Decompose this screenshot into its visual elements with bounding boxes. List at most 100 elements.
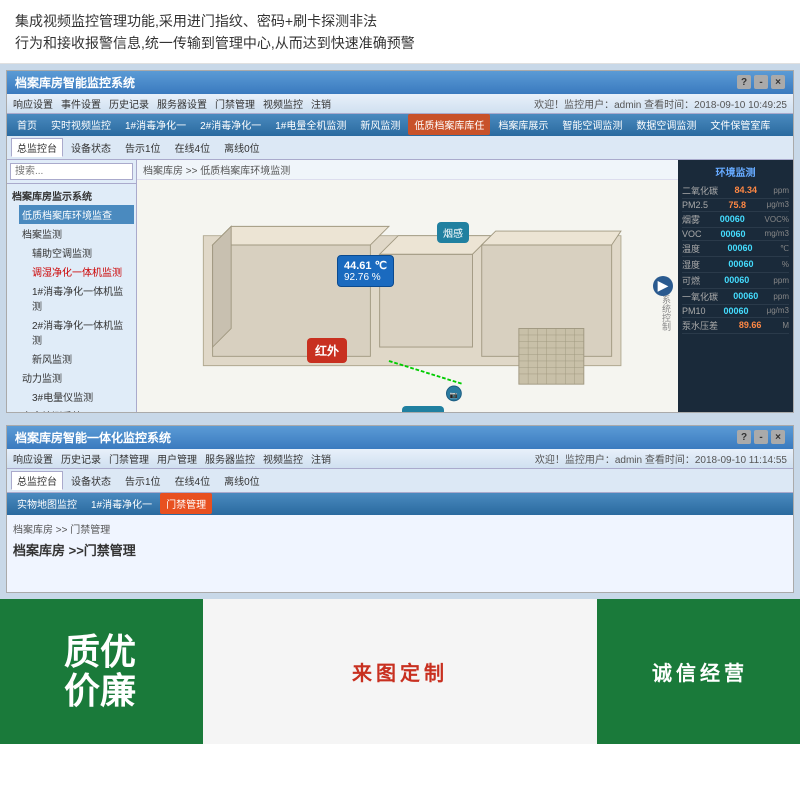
bottom-center-text: 来图定制 [352,657,448,686]
tree-item-ac-assist[interactable]: 辅助空调监测 [29,243,134,262]
env-temp: 温度 00060 ℃ [682,241,789,257]
title-bar-2: 档案库房智能一体化监控系统 ? - × [7,426,793,449]
nav2-door[interactable]: 门禁管理 [160,493,212,514]
sub-nav-alarm1[interactable]: 告示1位 [119,138,167,157]
tree-item-wind[interactable]: 新风监测 [29,349,134,368]
bottom-section: 质优价廉 来图定制 诚信经营 [0,599,800,744]
nav-wind[interactable]: 新风监测 [354,114,406,135]
tree-item-root[interactable]: 档案库房监示系统 [9,186,134,205]
nav-lowquality[interactable]: 低质档案库库任 [408,114,490,135]
sub-nav-device[interactable]: 设备状态 [65,138,117,157]
tree-item-purify1[interactable]: 1#消毒净化一体机监测 [29,281,134,315]
toolbar-link-4[interactable]: 服务器设置 [157,96,207,111]
toolbar-link-6[interactable]: 视频监控 [263,96,303,111]
nav-purify1[interactable]: 1#消毒净化一 [119,114,192,135]
bottom-right-text: 诚信经营 [652,657,748,686]
nav-power[interactable]: 1#电量全机监测 [269,114,352,135]
sub-nav-online[interactable]: 在线4位 [169,138,217,157]
door-mgmt-title: 档案库房 >>门禁管理 [13,540,787,559]
toolbar-right: 欢迎！监控用户：admin 查看时间：2018-09-10 10:49:25 [534,96,787,111]
toolbar-link-1[interactable]: 响应设置 [13,96,53,111]
env-co2: 二氧化碳 84.34 ppm [682,183,789,199]
nav2-map[interactable]: 实物地图监控 [11,493,83,514]
env-humidity: 湿度 00060 % [682,257,789,273]
app-window-2: 档案库房智能一体化监控系统 ? - × 响应设置 历史记录 门禁管理 用户管理 … [6,425,794,593]
sidebar-tree: 档案库房监示系统 低质档案库环境监查 档案监测 辅助空调监测 调湿净化一体机监测… [7,184,136,412]
toolbar2-link-3[interactable]: 门禁管理 [109,451,149,466]
top-line1: 集成视频监控管理功能,采用进门指纹、密码+刷卡探测非法 [15,10,785,32]
title-bar-controls: ? - × [737,75,785,89]
search-input[interactable] [10,163,133,180]
toolbar-links-2: 响应设置 历史记录 门禁管理 用户管理 服务器监控 视频监控 注销 [13,451,331,466]
breadcrumb-1: 档案库房 >> 低质档案库环境监测 [137,160,678,180]
sub-nav-all[interactable]: 总监控台 [11,138,63,157]
title-bar-controls-2: ? - × [737,430,785,444]
toolbar2-link-7[interactable]: 注销 [311,451,331,466]
nav-menu-1: 首页 实时视频监控 1#消毒净化一 2#消毒净化一 1#电量全机监测 新风监测 … [7,114,793,136]
nav-ac[interactable]: 智能空调监测 [556,114,628,135]
tree-item-security[interactable]: 安全检测系统 [19,406,134,412]
nav-purify2[interactable]: 2#消毒净化一 [194,114,267,135]
env-pm10: PM10 00060 μg/m3 [682,305,789,318]
tree-item-purify2[interactable]: 2#消毒净化一体机监测 [29,315,134,349]
sub2-device[interactable]: 设备状态 [65,471,117,490]
sidebar-1: 档案库房监示系统 低质档案库环境监查 档案监测 辅助空调监测 调湿净化一体机监测… [7,160,137,412]
app-title-2: 档案库房智能一体化监控系统 [15,429,171,446]
bottom-center: 来图定制 [200,599,600,744]
sidebar-search [7,160,136,184]
top-line2: 行为和接收报警信息,统一传输到管理中心,从而达到快速准确预警 [15,32,785,54]
toolbar-link-3[interactable]: 历史记录 [109,96,149,111]
screenshot-block-1: 档案库房智能监控系统 ? - × 响应设置 事件设置 历史记录 服务器设置 门禁… [0,64,800,419]
sub2-all[interactable]: 总监控台 [11,471,63,490]
screen2-main: 档案库房 >> 门禁管理 档案库房 >>门禁管理 [7,515,793,592]
env-panel: 环境监测 二氧化碳 84.34 ppm PM2.5 75.8 μg/m3 烟雾 … [678,160,793,412]
sub2-alarm[interactable]: 告示1位 [119,471,167,490]
env-smoke: 烟雾 00060 VOC% [682,212,789,228]
sub-nav-2: 总监控台 设备状态 告示1位 在线4位 离线0位 [7,469,793,493]
tree-item-archive[interactable]: 档案监测 [19,224,134,243]
floor-plan-area: 📷 44.61 ℃ 92.76 % 烟感 [137,180,678,412]
nav-file[interactable]: 文件保管室库 [704,114,776,135]
toolbar-link-5[interactable]: 门禁管理 [215,96,255,111]
env-voc: VOC 00060 mg/m3 [682,228,789,241]
toolbar-link-7[interactable]: 注销 [311,96,331,111]
smoke-sensor-tag: 烟感 [437,222,469,243]
arrow-right-btn[interactable]: ▶ [653,276,673,296]
sub2-online[interactable]: 在线4位 [169,471,217,490]
bottom-left: 质优价廉 [0,599,200,744]
top-toolbar-2: 响应设置 历史记录 门禁管理 用户管理 服务器监控 视频监控 注销 欢迎！监控用… [7,449,793,469]
nav-home[interactable]: 首页 [11,114,43,135]
close-btn-2[interactable]: × [771,430,785,444]
toolbar2-link-4[interactable]: 用户管理 [157,451,197,466]
nav-display[interactable]: 档案库展示 [492,114,554,135]
camera-tag: 摄像头 [402,406,444,412]
infrared-tag: 红外 [307,338,347,363]
help-btn-2[interactable]: ? [737,430,751,444]
nav2-purify[interactable]: 1#消毒净化一 [85,493,158,514]
toolbar2-link-6[interactable]: 视频监控 [263,451,303,466]
close-btn[interactable]: × [771,75,785,89]
minimize-btn-2[interactable]: - [754,430,768,444]
toolbar2-link-5[interactable]: 服务器监控 [205,451,255,466]
toolbar2-link-1[interactable]: 响应设置 [13,451,53,466]
minimize-btn[interactable]: - [754,75,768,89]
sub2-offline[interactable]: 离线0位 [218,471,266,490]
toolbar2-link-2[interactable]: 历史记录 [61,451,101,466]
top-text-section: 集成视频监控管理功能,采用进门指纹、密码+刷卡探测非法 行为和接收报警信息,统一… [0,0,800,64]
tree-item-power3[interactable]: 3#电量仪监测 [29,387,134,406]
app-title-1: 档案库房智能监控系统 [15,74,135,91]
toolbar-link-2[interactable]: 事件设置 [61,96,101,111]
bottom-left-text: 质优价廉 [64,632,136,711]
nav-realtime[interactable]: 实时视频监控 [45,114,117,135]
tree-item-low[interactable]: 低质档案库环境监查 [19,205,134,224]
smoke-tag: 烟感 [437,222,469,243]
sub-nav-offline[interactable]: 离线0位 [218,138,266,157]
nav-ac2[interactable]: 数据空调监测 [630,114,702,135]
title-bar-1: 档案库房智能监控系统 ? - × [7,71,793,94]
temp-humidity-tag: 44.61 ℃ 92.76 % [337,255,394,287]
floor-plan-container: 📷 44.61 ℃ 92.76 % 烟感 [137,180,678,412]
help-btn[interactable]: ? [737,75,751,89]
tree-item-dehumid[interactable]: 调湿净化一体机监测 [29,262,134,281]
main-content-1: 档案库房监示系统 低质档案库环境监查 档案监测 辅助空调监测 调湿净化一体机监测… [7,160,793,412]
tree-item-power[interactable]: 动力监测 [19,368,134,387]
